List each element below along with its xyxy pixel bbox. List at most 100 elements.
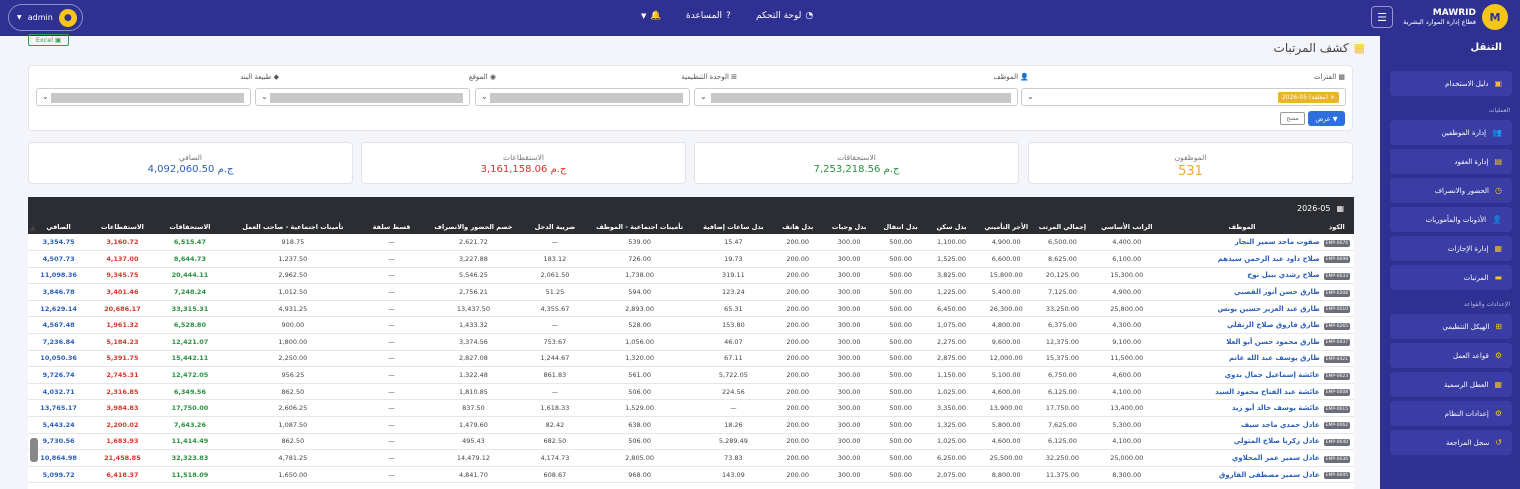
column-header[interactable]: الصافي (28, 220, 90, 234)
column-header[interactable]: الاستحقاقات (155, 220, 225, 234)
table-cell[interactable]: صفوت ماجد سمير النجار (1164, 234, 1320, 252)
table-cell: 300.00 (823, 433, 875, 451)
table-cell[interactable]: طارق فاروق صلاح الزنفلي (1164, 316, 1320, 335)
table-cell: 1,322.48 (421, 366, 526, 384)
sidebar-item-audit-log[interactable]: ↺ سجل المراجعة (1390, 430, 1512, 455)
sidebar-item-guide[interactable]: ▣ دليل الاستخدام (1390, 71, 1512, 96)
column-header[interactable]: ضريبة الدخل (525, 220, 585, 234)
column-header[interactable]: بدل سكن (926, 220, 977, 234)
sidebar-item-leaves[interactable]: ▦ إدارة الإجازات (1390, 236, 1512, 261)
sidebar-item-attendance[interactable]: ◷ الحضور والانصراف (1390, 178, 1512, 203)
table-row[interactable]: EMP-0695 عادل سمير مصطفى الفاروق 8,300.00 1… (28, 466, 1354, 484)
dashboard-label: لوحة التحكم (756, 11, 802, 21)
remove-chip-icon[interactable]: × (1330, 94, 1335, 101)
table-cell[interactable]: عائشة يوسف خالد أبو زيد (1164, 399, 1320, 418)
table-cell: 500.00 (874, 234, 927, 252)
column-header[interactable]: بدل هاتف (771, 220, 824, 234)
table-row[interactable]: EMP-0698 صلاح داود عبد الرحمن سيدهم 6,100.… (28, 250, 1354, 268)
sidebar-section-settings: الإعدادات والقواعد (1463, 301, 1510, 308)
table-row[interactable]: EMP-0033 صلاح رشدي نبيل نوح 15,300.00 20,12… (28, 267, 1354, 285)
table-cell[interactable]: عادل حمدي ماجد سيف (1164, 416, 1320, 434)
table-cell: 15,375.00 (1035, 350, 1090, 368)
table-row[interactable]: EMP-0676 صفوت ماجد سمير النجار 4,400.00 6,5… (28, 234, 1354, 252)
table-row[interactable]: EMP-0008 عائشة عبد الفتاح محمود السيد 4,10… (28, 383, 1354, 401)
net-card-value: 4,092,060.50 ج.م (147, 164, 234, 175)
location-select[interactable]: ⌄ (255, 88, 470, 106)
show-button[interactable]: عرض ▼ (1308, 111, 1345, 126)
table-cell[interactable]: طارق عبد العزيز حسين يونس (1164, 300, 1320, 318)
sidebar-item-system-settings[interactable]: ⚙ إعدادات النظام (1390, 401, 1512, 426)
item-type-select[interactable]: ⌄ (36, 88, 251, 106)
table-row[interactable]: EMP-0437 طارق محمود حسن أبو العلا 9,100.00… (28, 333, 1354, 351)
table-row[interactable]: EMP-0640 عادل زكريا صلاح المتولي 4,100.00 6… (28, 433, 1354, 451)
sidebar-item-contracts[interactable]: ▤ إدارة العقود (1390, 149, 1512, 174)
period-select[interactable]: ⌄ 2026-05 (مغلقة) × (1021, 88, 1346, 106)
table-cell[interactable]: عادل سمير عمر المحلاوي (1164, 449, 1320, 467)
column-header[interactable]: تأمينات اجتماعية - صاحب العمل (224, 220, 362, 234)
sidebar-item-employees[interactable]: 👥 إدارة الموظفين (1390, 120, 1512, 145)
column-header[interactable]: الراتب الأساسي (1089, 220, 1165, 234)
unit-select[interactable]: ⌄ (475, 88, 690, 106)
table-cell: 4,931.25 (224, 300, 362, 318)
table-row[interactable]: EMP-0036 عادل سمير عمر المحلاوي 25,000.00 3… (28, 449, 1354, 467)
table-cell[interactable]: صلاح رشدي نبيل نوح (1164, 267, 1320, 285)
table-row[interactable]: EMP-0062 عادل حمدي ماجد سيف 5,300.00 7,625.… (28, 416, 1354, 434)
sidebar-item-holidays[interactable]: ▦ العطل الرسمية (1390, 372, 1512, 397)
table-cell[interactable]: عائشة إسماعيل جمال بدوي (1164, 366, 1320, 384)
column-header[interactable]: خصم الحضور والانصراف (421, 220, 526, 234)
table-cell[interactable]: طارق محمود حسن أبو العلا (1164, 333, 1320, 351)
column-header[interactable]: تأمينات اجتماعية - الموظف (584, 220, 695, 234)
table-cell: 2,061.50 (525, 267, 585, 285)
table-cell[interactable]: عائشة عبد الفتاح محمود السيد (1164, 383, 1320, 401)
column-header[interactable]: بدل انتقال (874, 220, 927, 234)
sidebar-item-org-structure[interactable]: ⊞ الهيكل التنظيمي (1390, 314, 1512, 339)
menu-toggle-icon[interactable]: ☰ (1371, 6, 1393, 28)
table-cell: 200.00 (771, 449, 824, 467)
table-cell[interactable]: طارق يوسف عبد الله غانم (1164, 350, 1320, 368)
sidebar-item-label: سجل المراجعة (1445, 438, 1490, 447)
column-header[interactable]: الموظف (1164, 220, 1320, 234)
table-cell[interactable]: عادل زكريا صلاح المتولي (1164, 433, 1320, 451)
table-row[interactable]: EMP-0010 طارق عبد العزيز حسين يونس 25,800.… (28, 300, 1354, 318)
column-header[interactable]: إجمالي المرتب (1035, 220, 1090, 234)
table-cell: 153.80 (694, 316, 772, 335)
period-chip[interactable]: 2026-05 (مغلقة) × (1277, 92, 1339, 103)
table-cell[interactable]: طارق حسن أنور القصبي (1164, 283, 1320, 301)
employee-select[interactable]: ⌄ (694, 88, 1018, 106)
user-menu-button[interactable]: ▼ admin ● (8, 4, 83, 31)
clear-button[interactable]: مسح (1280, 112, 1305, 125)
table-cell[interactable]: صلاح داود عبد الرحمن سيدهم (1164, 250, 1320, 268)
column-header[interactable]: الأجر التأميني (976, 220, 1036, 234)
nav-help[interactable]: المساعدة ? (686, 11, 731, 21)
column-header[interactable]: بدل ساعات إضافية (694, 220, 772, 234)
scrollbar-thumb[interactable] (30, 438, 38, 462)
nav-dashboard[interactable]: لوحة التحكم ◔ (756, 11, 813, 21)
sidebar-item-payroll[interactable]: ▬ المرتبات (1390, 265, 1512, 290)
table-row[interactable]: EMP-0208 طارق حسن أنور القصبي 4,900.00 7,12… (28, 283, 1354, 301)
table-cell: 594.00 (584, 283, 695, 301)
scroll-up-icon[interactable]: ▲ (30, 224, 35, 232)
table-row[interactable]: EMP-0421 طارق يوسف عبد الله غانم 11,500.00… (28, 350, 1354, 368)
notifications-button[interactable]: ▼ 🔔 (641, 11, 662, 21)
table-cell: 5,800.00 (976, 416, 1036, 434)
table-row[interactable]: EMP-0265 طارق فاروق صلاح الزنفلي 4,300.00 6… (28, 316, 1354, 335)
sidebar-item-label: دليل الاستخدام (1445, 79, 1489, 88)
column-header[interactable]: بدل وجبات (823, 220, 875, 234)
table-cell: 2,756.21 (421, 283, 526, 301)
table-cell[interactable]: عادل سمير مصطفى الفاروق (1164, 466, 1320, 484)
table-row[interactable]: EMP-0623 عائشة إسماعيل جمال بدوي 4,600.00 6… (28, 366, 1354, 384)
table-row[interactable]: EMP-0615 عائشة يوسف خالد أبو زيد 13,400.00… (28, 399, 1354, 418)
column-header[interactable]: قسط سلفة (361, 220, 422, 234)
unit-select-value (490, 93, 683, 103)
table-cell: 5,184.23 (89, 333, 156, 351)
column-header[interactable]: الاستقطاعات (89, 220, 156, 234)
table-cell: EMP-0695 (1319, 466, 1354, 484)
sidebar-item-work-rules[interactable]: ⚙ قواعد العمل (1390, 343, 1512, 368)
export-excel-button[interactable]: Excel ▣ (28, 34, 69, 46)
user-name: admin (27, 13, 53, 22)
column-header[interactable]: الكود (1319, 220, 1354, 234)
table-cell: 968.00 (584, 466, 695, 484)
brand[interactable]: M MAWRID قطاع إدارة الموارد البشرية (1403, 4, 1508, 30)
table-cell: 200.00 (771, 267, 824, 285)
sidebar-item-permissions[interactable]: 👤 الأذونات والمأموريات (1390, 207, 1512, 232)
